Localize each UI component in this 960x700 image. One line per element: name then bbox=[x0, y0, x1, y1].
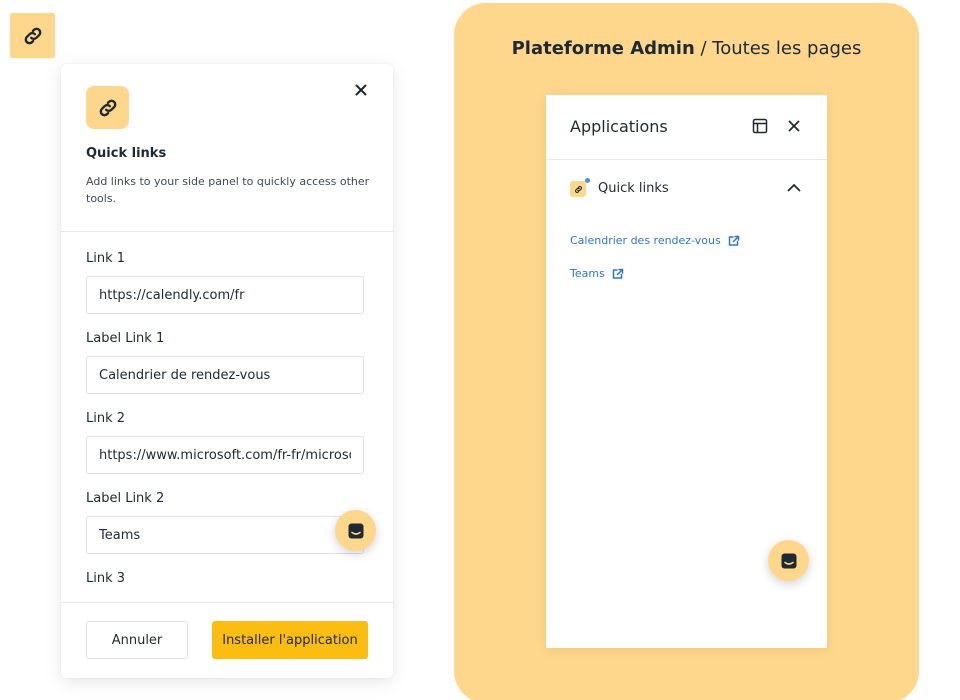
chat-icon bbox=[781, 553, 796, 568]
cancel-button[interactable]: Annuler bbox=[86, 621, 188, 659]
chat-icon bbox=[348, 523, 363, 538]
close-icon bbox=[788, 120, 800, 132]
field-label-label-link-1: Label Link 1 bbox=[86, 331, 165, 346]
field-label-label-link-2: Label Link 2 bbox=[86, 491, 165, 506]
link-icon bbox=[99, 99, 116, 116]
field-label-link-3: Link 3 bbox=[86, 571, 126, 586]
chat-button[interactable] bbox=[768, 540, 809, 581]
layout-icon bbox=[752, 118, 768, 134]
quick-links-section-header[interactable]: Quick links bbox=[546, 173, 827, 207]
quick-links-section-label: Quick links bbox=[598, 181, 669, 196]
quick-link-label: Teams bbox=[570, 267, 605, 280]
chat-button[interactable] bbox=[335, 510, 376, 551]
close-icon bbox=[355, 84, 367, 96]
app-badge bbox=[86, 86, 129, 129]
corner-app-icon bbox=[10, 13, 55, 58]
panel-footer: Annuler Installer l'application bbox=[61, 602, 393, 678]
link-2-input[interactable] bbox=[86, 436, 364, 474]
external-link-icon bbox=[612, 268, 624, 279]
preview-heading-platform: Plateforme Admin bbox=[511, 38, 695, 59]
notification-dot bbox=[585, 178, 590, 183]
chevron-up-icon[interactable] bbox=[786, 179, 802, 195]
close-button[interactable] bbox=[349, 78, 373, 102]
field-label-link-1: Link 1 bbox=[86, 251, 126, 266]
quick-link-label: Calendrier des rendez-vous bbox=[570, 234, 721, 247]
side-panel-title: Applications bbox=[570, 117, 668, 136]
quick-links-config-panel: Quick links Add links to your side panel… bbox=[61, 64, 393, 678]
label-link-1-input[interactable] bbox=[86, 356, 364, 394]
link-icon bbox=[574, 185, 582, 193]
panel-title: Quick links bbox=[86, 146, 167, 161]
external-link-icon bbox=[728, 235, 739, 246]
form-area[interactable]: Link 1 Label Link 1 Link 2 Label Link 2 … bbox=[61, 232, 393, 604]
install-app-button[interactable]: Installer l'application bbox=[212, 621, 368, 659]
panel-description: Add links to your side panel to quickly … bbox=[86, 175, 370, 205]
quick-links-badge bbox=[570, 181, 586, 197]
link-1-input[interactable] bbox=[86, 276, 364, 314]
field-label-link-2: Link 2 bbox=[86, 411, 126, 426]
label-link-2-input[interactable] bbox=[86, 516, 364, 554]
link-icon bbox=[24, 27, 41, 44]
preview-heading: Plateforme Admin / Toutes les pages bbox=[454, 38, 919, 59]
quick-link-calendar[interactable]: Calendrier des rendez-vous bbox=[570, 234, 740, 247]
layout-toggle-button[interactable] bbox=[751, 117, 769, 135]
side-panel-close-button[interactable] bbox=[785, 117, 803, 135]
quick-link-teams[interactable]: Teams bbox=[570, 267, 624, 280]
preview-heading-page: / Toutes les pages bbox=[694, 38, 862, 59]
divider bbox=[546, 159, 827, 160]
